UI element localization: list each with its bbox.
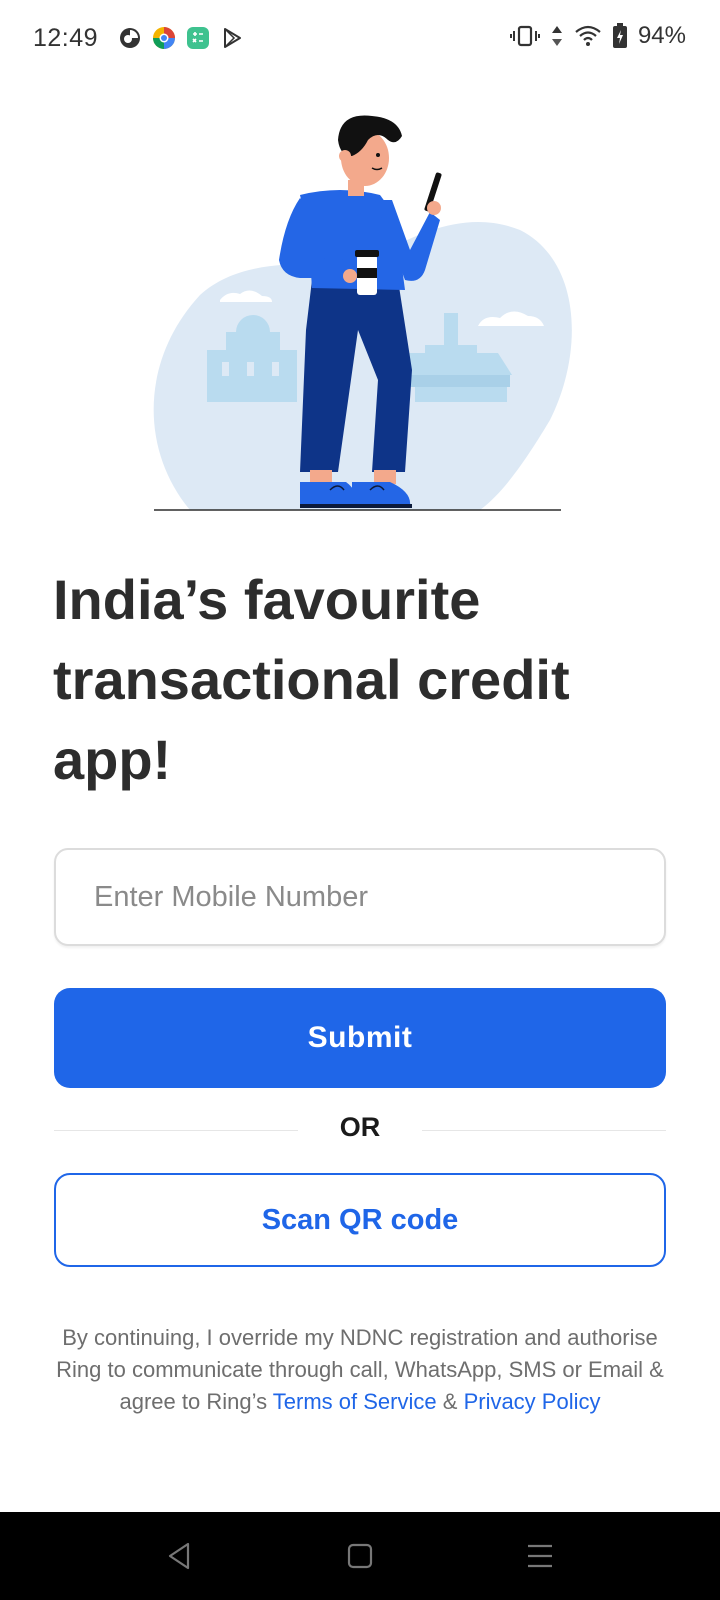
terms-of-service-link[interactable]: Terms of Service (273, 1389, 437, 1414)
home-icon[interactable] (340, 1536, 380, 1576)
privacy-policy-link[interactable]: Privacy Policy (464, 1389, 601, 1414)
status-time: 12:49 (33, 24, 99, 52)
submit-button[interactable]: Submit (54, 988, 666, 1088)
status-system-icons: 94% (509, 22, 686, 50)
recents-icon[interactable] (520, 1536, 560, 1576)
scan-qr-code-button[interactable]: Scan QR code (54, 1173, 666, 1267)
wifi-icon (575, 25, 601, 46)
hero-illustration (153, 115, 572, 511)
system-navigation-bar (0, 1512, 720, 1600)
battery-charging-icon (612, 23, 627, 48)
or-label: OR (339, 1112, 381, 1142)
play-store-icon (224, 28, 241, 48)
notification-app-icon (120, 28, 140, 48)
chrome-icon (153, 27, 175, 49)
battery-percentage: 94% (637, 22, 686, 49)
or-divider: OR (54, 1110, 666, 1150)
status-notification-icons (118, 26, 244, 50)
mobile-number-input[interactable] (54, 848, 666, 946)
status-bar: 12:49 94% (0, 0, 720, 80)
consent-text-block: By continuing, I override my NDNC regist… (40, 1322, 680, 1418)
vibrate-icon (509, 25, 540, 47)
data-arrows-icon (551, 26, 562, 46)
consent-ampersand: & (442, 1389, 458, 1414)
page-title: India’s favourite transactional credit a… (53, 568, 570, 791)
calculator-app-icon (187, 27, 209, 49)
divider-line-right (422, 1130, 666, 1131)
back-icon[interactable] (158, 1536, 198, 1576)
